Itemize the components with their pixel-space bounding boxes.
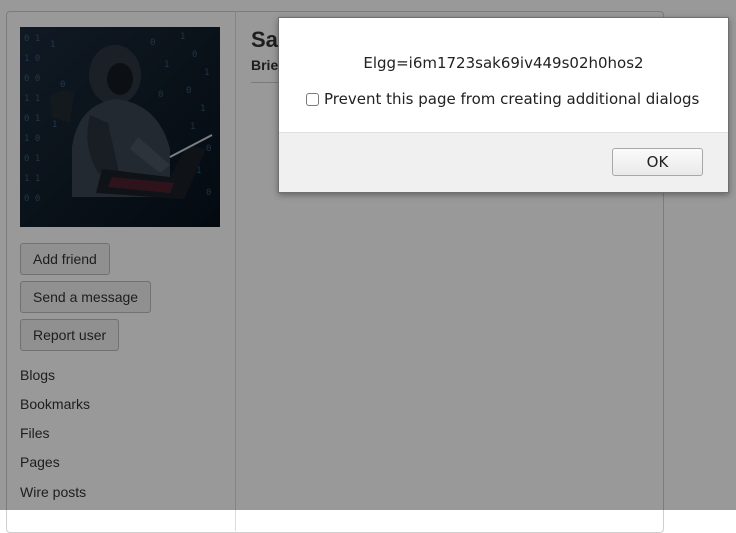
- prevent-dialogs-label[interactable]: Prevent this page from creating addition…: [324, 90, 699, 108]
- alert-message: Elgg=i6m1723sak69iv449s02h0hos2: [363, 54, 644, 72]
- prevent-dialogs-option[interactable]: Prevent this page from creating addition…: [306, 90, 699, 110]
- prevent-dialogs-checkbox[interactable]: [306, 93, 319, 106]
- ok-button[interactable]: OK: [612, 148, 703, 176]
- alert-dialog-footer: OK: [279, 132, 728, 192]
- alert-dialog: Elgg=i6m1723sak69iv449s02h0hos2 Prevent …: [278, 17, 729, 193]
